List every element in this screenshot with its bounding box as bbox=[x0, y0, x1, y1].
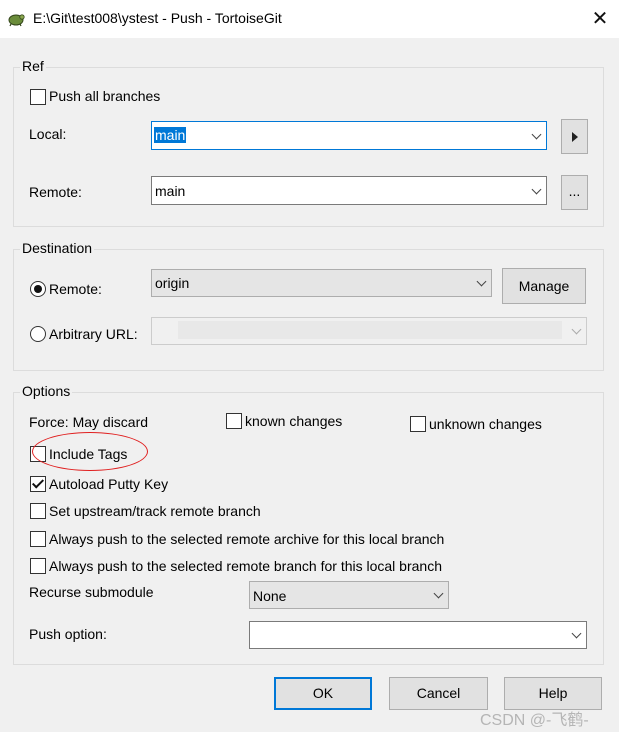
arbitrary-url-label: Arbitrary URL: bbox=[49, 326, 138, 342]
remote-branch-value: main bbox=[155, 183, 186, 199]
manage-button-label: Manage bbox=[518, 278, 570, 294]
triangle-right-icon bbox=[572, 132, 578, 142]
remote-value: origin bbox=[155, 275, 190, 291]
force-label: Force: May discard bbox=[29, 414, 149, 430]
autoload-putty-checkbox[interactable] bbox=[30, 476, 46, 492]
always-push-archive-checkbox[interactable] bbox=[30, 531, 46, 547]
remote-radio-label: Remote: bbox=[49, 281, 102, 297]
help-button-label: Help bbox=[538, 685, 568, 701]
arbitrary-url-field bbox=[178, 321, 562, 339]
title-bar: E:\Git\test008\ystest - Push - TortoiseG… bbox=[0, 0, 619, 38]
local-branch-value: main bbox=[154, 127, 187, 143]
set-upstream-checkbox[interactable] bbox=[30, 503, 46, 519]
remote-branch-combo[interactable]: main bbox=[151, 176, 547, 205]
ok-button-label: OK bbox=[312, 685, 334, 701]
chevron-down-icon bbox=[531, 129, 542, 139]
window-title: E:\Git\test008\ystest - Push - TortoiseG… bbox=[33, 10, 282, 26]
recurse-submodule-value: None bbox=[253, 588, 287, 604]
watermark: CSDN @-飞鹤- bbox=[480, 712, 589, 729]
chevron-down-icon bbox=[571, 628, 582, 639]
chevron-down-icon bbox=[531, 184, 542, 194]
options-group-label: Options bbox=[20, 383, 73, 399]
always-push-branch-label: Always push to the selected remote branc… bbox=[49, 558, 442, 574]
remote-combo[interactable]: origin bbox=[151, 269, 492, 297]
remote-branch-browse-button[interactable]: ... bbox=[561, 175, 588, 210]
known-changes-label: known changes bbox=[245, 413, 343, 429]
ref-group-label: Ref bbox=[20, 58, 46, 74]
local-label: Local: bbox=[29, 126, 67, 142]
push-dialog: E:\Git\test008\ystest - Push - TortoiseG… bbox=[0, 0, 619, 732]
unknown-changes-label: unknown changes bbox=[429, 416, 542, 432]
red-circle-annotation bbox=[32, 432, 148, 471]
autoload-putty-label: Autoload Putty Key bbox=[49, 476, 169, 492]
manage-button[interactable]: Manage bbox=[502, 268, 586, 304]
known-changes-checkbox[interactable] bbox=[226, 413, 242, 429]
close-button[interactable]: ✕ bbox=[585, 4, 615, 34]
arbitrary-url-radio[interactable] bbox=[30, 326, 46, 342]
always-push-branch-checkbox[interactable] bbox=[30, 558, 46, 574]
recurse-submodule-combo[interactable]: None bbox=[249, 581, 449, 609]
push-option-label: Push option: bbox=[29, 626, 107, 642]
ok-button[interactable]: OK bbox=[274, 677, 372, 710]
tortoisegit-icon bbox=[8, 14, 25, 27]
unknown-changes-checkbox[interactable] bbox=[410, 416, 426, 432]
remote-radio[interactable] bbox=[30, 281, 46, 297]
cancel-button-label: Cancel bbox=[416, 685, 461, 701]
remote-branch-browse-label: ... bbox=[568, 183, 581, 199]
arbitrary-url-combo[interactable] bbox=[151, 317, 587, 345]
chevron-down-icon bbox=[571, 324, 582, 335]
always-push-archive-label: Always push to the selected remote archi… bbox=[49, 531, 445, 547]
cancel-button[interactable]: Cancel bbox=[389, 677, 488, 710]
set-upstream-label: Set upstream/track remote branch bbox=[49, 503, 261, 519]
chevron-down-icon bbox=[476, 276, 487, 287]
push-option-combo[interactable] bbox=[249, 621, 587, 649]
local-branch-combo[interactable]: main bbox=[151, 121, 547, 150]
remote-branch-label: Remote: bbox=[29, 184, 82, 200]
recurse-submodule-label: Recurse submodule bbox=[29, 584, 154, 600]
push-all-branches-label: Push all branches bbox=[49, 88, 161, 104]
close-icon: ✕ bbox=[591, 8, 609, 30]
chevron-down-icon bbox=[433, 588, 444, 599]
local-branch-browse-button[interactable] bbox=[561, 119, 588, 154]
push-all-branches-checkbox[interactable] bbox=[30, 89, 46, 105]
destination-group-label: Destination bbox=[20, 240, 95, 256]
